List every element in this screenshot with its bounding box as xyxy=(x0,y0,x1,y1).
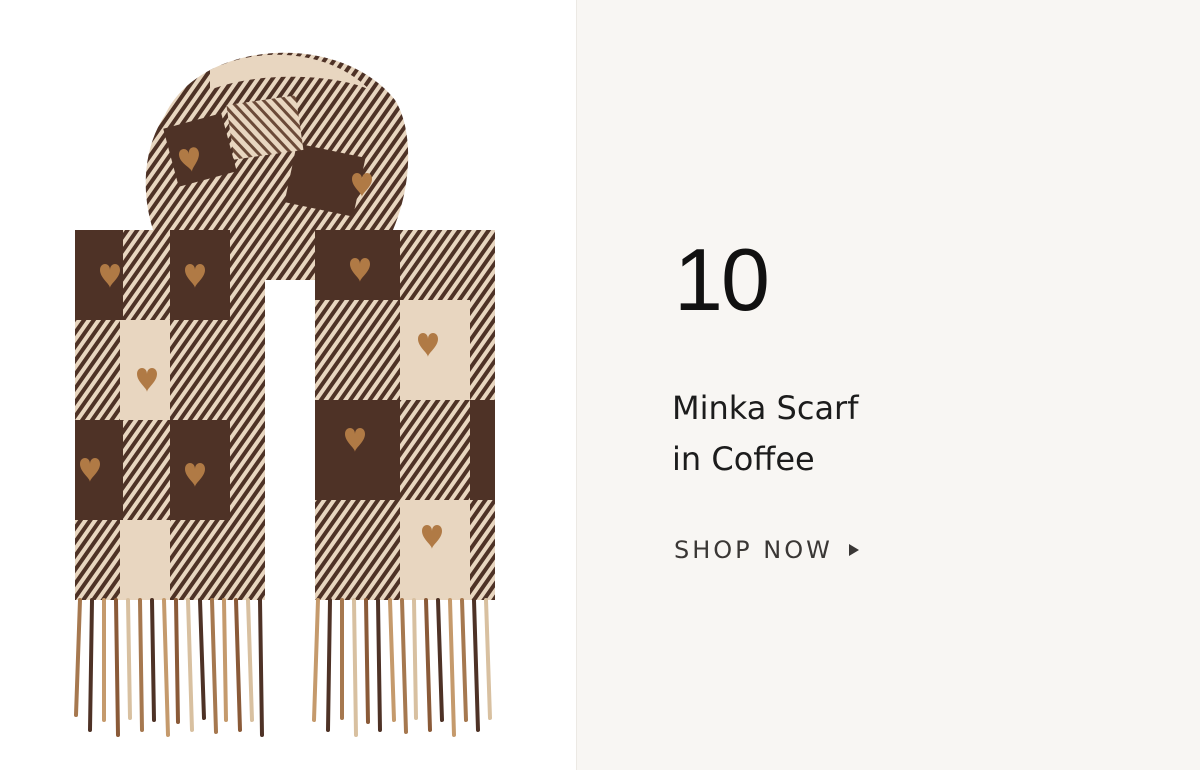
product-info-panel xyxy=(577,0,1200,770)
scarf-fringe xyxy=(74,598,492,737)
play-arrow-icon xyxy=(848,544,859,556)
scarf-product-image[interactable] xyxy=(60,30,520,740)
scarf-left-panel xyxy=(75,230,265,600)
shop-now-label: SHOP NOW xyxy=(674,536,833,564)
product-card: 10 Minka Scarf in Coffee SHOP NOW xyxy=(0,0,1200,770)
product-title-line-2: in Coffee xyxy=(672,440,815,478)
product-title-line-1: Minka Scarf xyxy=(672,389,859,427)
product-title: Minka Scarf in Coffee xyxy=(672,383,858,485)
product-image-panel xyxy=(0,0,577,770)
rank-number: 10 xyxy=(674,230,770,329)
shop-now-link[interactable]: SHOP NOW xyxy=(674,536,859,564)
scarf-right-panel xyxy=(315,230,495,600)
